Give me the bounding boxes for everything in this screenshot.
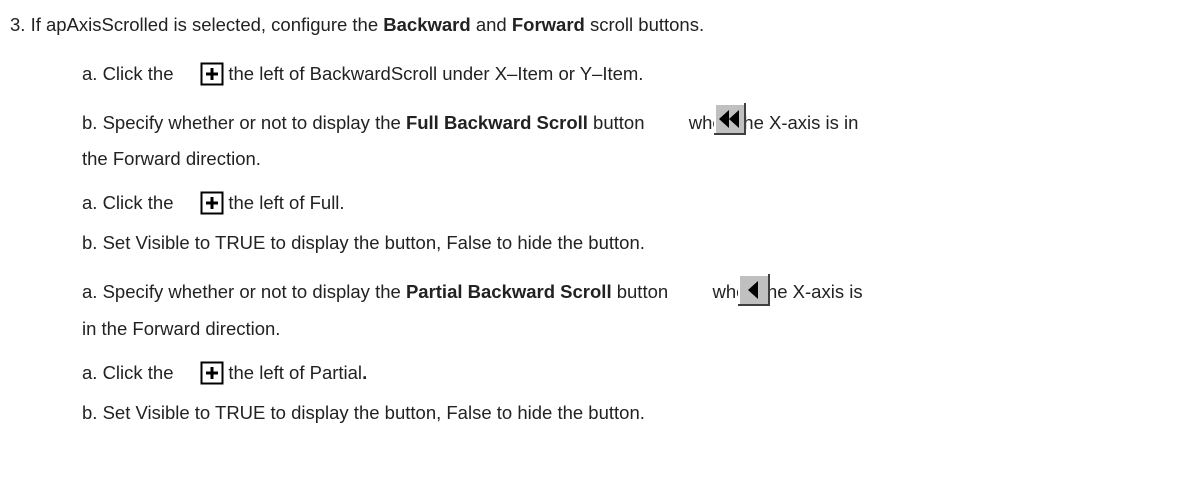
left-arrow-icon bbox=[738, 274, 770, 306]
step-3: 3. If apAxisScrolled is selected, config… bbox=[10, 12, 704, 38]
substep-text: when the X-axis is bbox=[707, 281, 863, 302]
step-3-suffix: scroll buttons. bbox=[584, 14, 705, 35]
plus-box-icon bbox=[200, 361, 224, 385]
substep-partial-backward-cont: in the Forward direction. bbox=[82, 318, 281, 339]
substep-text: to the left of Partial bbox=[202, 362, 363, 383]
substep-click-backwardscroll: a. Click the to the left of BackwardScro… bbox=[82, 61, 643, 87]
full-backward-scroll-term: Full Backward Scroll bbox=[405, 112, 588, 133]
substep-text: button bbox=[587, 112, 650, 133]
substep-text: a. Specify whether or not to display the bbox=[82, 281, 406, 302]
substep-click-partial: a. Click the to the left of Partial. bbox=[82, 360, 367, 386]
step-3-and: and bbox=[470, 14, 512, 35]
plus-box-icon bbox=[200, 191, 224, 215]
substep-text: button bbox=[611, 281, 674, 302]
forward-term: Forward bbox=[511, 14, 585, 35]
substep-text: to the left of BackwardScroll under X–It… bbox=[202, 63, 644, 84]
substep-text: a. Click the bbox=[82, 192, 179, 213]
backward-term: Backward bbox=[383, 14, 471, 35]
plus-box-icon bbox=[200, 62, 224, 86]
period: . bbox=[362, 362, 368, 383]
substep-set-visible: b. Set Visible to TRUE to display the bu… bbox=[82, 232, 645, 253]
substep-text: a. Click the bbox=[82, 362, 179, 383]
substep-text: b. Specify whether or not to display the bbox=[82, 112, 406, 133]
double-left-arrow-icon bbox=[714, 103, 746, 135]
substep-full-backward-cont: the Forward direction. bbox=[82, 148, 261, 169]
partial-backward-scroll-term: Partial Backward Scroll bbox=[405, 281, 612, 302]
substep-set-visible: b. Set Visible to TRUE to display the bu… bbox=[82, 402, 645, 423]
substep-text: when the X-axis is in bbox=[683, 112, 859, 133]
substep-text: a. Click the bbox=[82, 63, 179, 84]
document: 3. If apAxisScrolled is selected, config… bbox=[0, 0, 1196, 496]
step-3-text: 3. If apAxisScrolled is selected, config… bbox=[10, 14, 384, 35]
